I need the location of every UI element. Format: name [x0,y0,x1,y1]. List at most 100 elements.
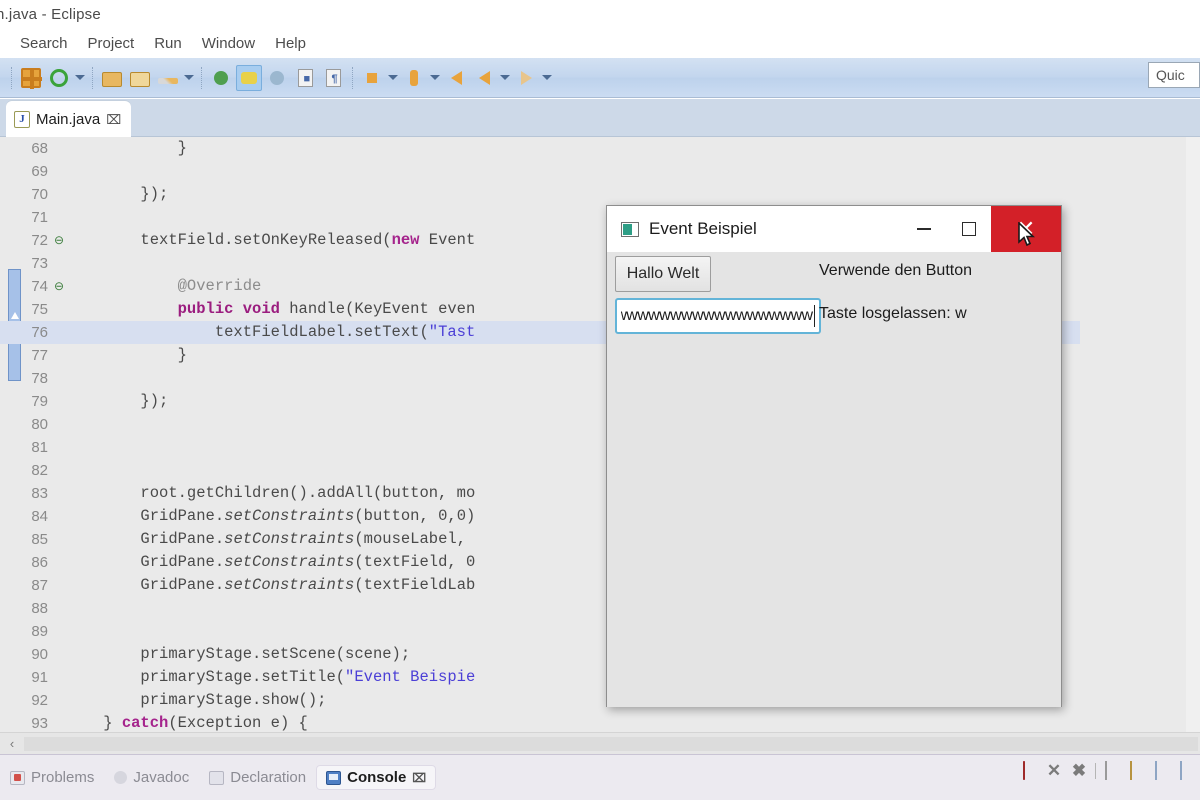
bottom-tab-declaration[interactable]: Declaration [199,765,316,790]
minimize-button[interactable] [901,206,946,252]
scrollbar-track[interactable] [24,736,1198,751]
code-text: GridPane.setConstraints(textField, 0 [66,553,476,571]
line-number: 80 [31,416,48,433]
editor-tab-main-java[interactable]: J Main.java ⌧ [6,101,132,137]
code-line[interactable]: 69 [0,160,1080,183]
bottom-tab-label: Javadoc [133,769,190,786]
toolbar-separator [201,66,202,89]
bottom-tab-console[interactable]: Console ⌧ [316,765,437,790]
forward-dropdown-chevron-icon[interactable] [540,66,554,90]
hallo-welt-button[interactable]: Hallo Welt [615,256,711,292]
javadoc-icon [114,771,128,784]
line-number: 72 [31,232,48,249]
menu-item-search[interactable]: Search [10,33,78,54]
code-text: }); [66,392,169,410]
line-number: 84 [31,508,48,525]
code-line[interactable]: 70 }); [0,183,1080,206]
text-input-field[interactable]: wwwwwwwwwwwwwwwwww [615,298,821,334]
scroll-lock-icon[interactable] [1128,761,1146,780]
bottom-tab-javadoc[interactable]: Javadoc [104,765,199,790]
code-text: root.getChildren().addAll(button, mo [66,484,476,502]
print-icon[interactable] [155,65,181,91]
bottom-tab-label: Problems [31,769,95,786]
menu-item-project[interactable]: Project [78,33,145,54]
maximize-button[interactable] [946,206,991,252]
debug-icon[interactable] [208,65,234,91]
pin-console-icon[interactable] [1153,761,1171,780]
menu-item-window[interactable]: Window [192,33,265,54]
step-dropdown-chevron-icon[interactable] [386,66,400,90]
save-icon[interactable] [99,65,125,91]
text-input-value: wwwwwwwwwwwwwwwwww [621,307,813,324]
code-text: primaryStage.setTitle("Event Beispie [66,668,476,686]
toggle-marker-icon[interactable]: ■ [292,65,318,91]
code-text: primaryStage.show(); [66,691,327,709]
terminate-icon[interactable] [1020,761,1038,780]
menu-item-run[interactable]: Run [144,33,192,54]
run-icon[interactable] [236,64,262,91]
back-icon[interactable] [443,65,469,91]
new-dropdown-chevron-icon[interactable] [73,66,87,90]
save-all-icon[interactable] [127,65,153,91]
scroll-left-arrow-icon[interactable]: ‹ [0,734,24,754]
toolbar-separator [1095,763,1096,779]
bottom-tab-problems[interactable]: Problems [0,765,104,790]
editor-tab-label: Main.java [36,110,101,128]
text-caret [813,305,815,327]
clear-console-icon[interactable] [1103,761,1121,780]
main-toolbar: ■ ¶ [0,58,1200,98]
pilcrow-icon[interactable]: ¶ [320,65,346,91]
console-icon [326,770,342,785]
fx-content-pane: Hallo Welt Verwende den Button wwwwwwwww… [607,252,1061,707]
line-number: 76 [31,324,48,341]
close-icon[interactable]: ⌧ [106,113,121,126]
close-icon[interactable]: ⌧ [412,771,426,785]
remove-all-launches-icon[interactable]: ✖ [1070,762,1088,780]
person-icon[interactable] [401,65,427,91]
javafx-application-window[interactable]: Event Beispiel ✕ Hallo Welt Verwende den… [606,205,1062,707]
line-number: 74 [31,278,48,295]
declaration-icon [209,770,225,785]
external-tools-icon[interactable] [264,65,290,91]
forward-icon[interactable] [513,65,539,91]
editor-vertical-scrollbar[interactable] [1186,137,1200,732]
fold-collapse-icon[interactable] [52,275,66,298]
toolbar-separator [92,66,93,89]
fold-collapse-icon[interactable] [52,229,66,252]
remove-launch-icon[interactable]: ✕ [1045,762,1063,780]
code-text: GridPane.setConstraints(mouseLabel, [66,530,466,548]
menu-item-help[interactable]: Help [265,33,316,54]
previous-icon[interactable] [471,65,497,91]
quick-access-input[interactable]: Quic [1148,62,1200,88]
close-button[interactable]: ✕ [991,206,1061,252]
step-into-icon[interactable] [359,65,385,91]
line-number: 68 [31,140,48,157]
code-line[interactable]: 68 } [0,137,1080,160]
toolbar-separator [352,66,353,89]
code-line[interactable]: 93 } catch(Exception e) { [0,712,1080,732]
print-dropdown-chevron-icon[interactable] [182,66,196,90]
new-wizard-icon[interactable] [18,65,44,91]
code-text: }); [66,185,169,203]
display-selected-console-icon[interactable] [1178,761,1196,780]
mouse-status-label: Verwende den Button [819,262,973,279]
line-number: 73 [31,255,48,272]
back-dropdown-chevron-icon[interactable] [498,66,512,90]
fx-titlebar[interactable]: Event Beispiel ✕ [607,206,1061,252]
line-number: 86 [31,554,48,571]
editor-horizontal-scrollbar[interactable]: ‹ [0,732,1200,754]
code-text: } catch(Exception e) { [66,714,308,732]
person-dropdown-chevron-icon[interactable] [428,66,442,90]
refresh-icon[interactable] [46,65,72,91]
toolbar-separator [11,66,12,89]
